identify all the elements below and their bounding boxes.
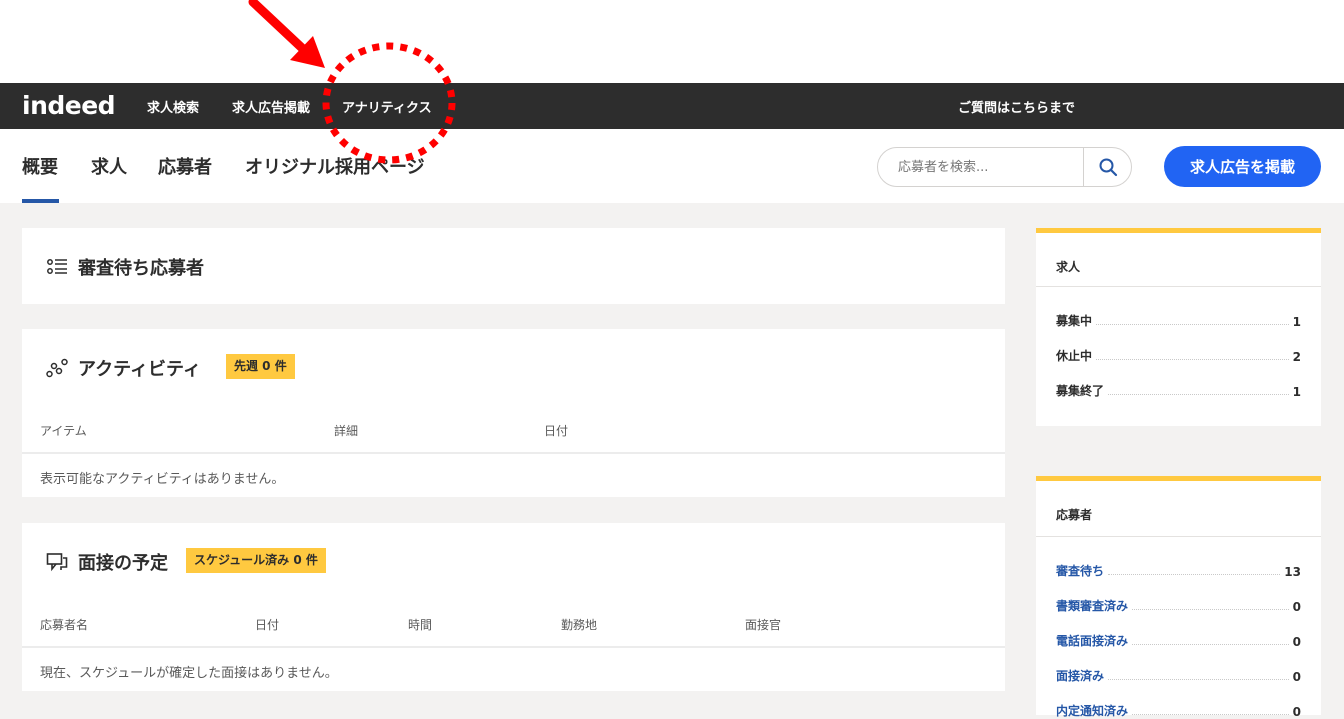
tab-overview[interactable]: 概要 [22,153,58,179]
nav-link-analytics[interactable]: アナリティクス [342,97,432,116]
applicants-summary-title: 応募者 [1056,508,1093,522]
applicant-search [877,147,1132,187]
top-margin [0,0,1344,83]
dot-leader [1132,644,1289,645]
activity-col-item: アイテム [40,424,87,438]
interview-col-interviewer: 面接官 [745,618,782,632]
applicants-stat-value: 0 [1292,635,1301,649]
sub-navbar: 概要 求人 応募者 オリジナル採用ページ 求人広告を掲載 [0,129,1344,203]
jobs-stat-closed[interactable]: 募集終了 1 [1056,381,1301,399]
interview-empty-message: 現在、スケジュールが確定した面接はありません。 [40,666,338,681]
nav-link-post-job[interactable]: 求人広告掲載 [232,97,310,116]
interview-title: 面接の予定 [78,553,168,574]
search-button[interactable] [1083,148,1132,186]
pending-applicants-card: 審査待ち応募者 [22,228,1005,304]
post-job-button[interactable]: 求人広告を掲載 [1164,146,1321,187]
activity-icon [46,358,68,378]
dot-leader [1096,324,1289,325]
tab-career-page[interactable]: オリジナル採用ページ [245,153,425,179]
jobs-stat-label: 募集終了 [1056,384,1105,398]
applicants-stat-phone-interviewed[interactable]: 電話面接済み 0 [1056,631,1301,649]
applicants-stat-interviewed[interactable]: 面接済み 0 [1056,666,1301,684]
dot-leader [1108,394,1289,395]
pending-applicants-title: 審査待ち応募者 [78,258,204,279]
help-link[interactable]: ご質問はこちらまで [958,97,1075,116]
jobs-stat-value: 1 [1292,315,1301,329]
search-icon [1099,158,1118,177]
jobs-stat-label: 休止中 [1056,349,1093,363]
jobs-summary-title: 求人 [1056,260,1081,274]
logo-text: indeed [22,91,116,120]
nav-link-job-search[interactable]: 求人検索 [147,97,199,116]
applicants-stat-value: 13 [1284,565,1301,579]
tab-jobs[interactable]: 求人 [91,153,127,179]
applicant-search-input[interactable] [878,148,1083,186]
applicants-stat-value: 0 [1292,705,1301,719]
list-icon [47,259,67,274]
interview-badge: スケジュール済み 0 件 [186,548,326,573]
jobs-stat-paused[interactable]: 休止中 2 [1056,346,1301,364]
activity-col-date: 日付 [544,424,569,438]
dot-leader [1096,359,1289,360]
interview-col-name: 応募者名 [40,618,89,632]
applicants-stat-label: 審査待ち [1056,564,1105,578]
applicants-summary-divider [1036,536,1321,537]
activity-title: アクティビティ [78,359,201,380]
active-tab-indicator [22,199,59,203]
activity-badge: 先週 0 件 [226,354,295,379]
dot-leader [1108,574,1281,575]
activity-divider [22,452,1005,454]
applicants-stat-pending[interactable]: 審査待ち 13 [1056,561,1301,579]
jobs-stat-value: 2 [1292,350,1301,364]
applicants-stat-label: 面接済み [1056,669,1105,683]
indeed-logo[interactable]: indeed [22,91,116,120]
interview-col-time: 時間 [408,618,433,632]
activity-col-detail: 詳細 [334,424,359,438]
applicants-stat-label: 書類審査済み [1056,599,1129,613]
applicants-stat-value: 0 [1292,670,1301,684]
activity-empty-message: 表示可能なアクティビティはありません。 [40,472,285,487]
interview-divider [22,646,1005,648]
applicants-stat-label: 電話面接済み [1056,634,1129,648]
jobs-stat-label: 募集中 [1056,314,1093,328]
applicants-stat-screened[interactable]: 書類審査済み 0 [1056,596,1301,614]
applicants-stat-label: 内定通知済み [1056,704,1129,718]
interview-col-date: 日付 [255,618,280,632]
jobs-stat-open[interactable]: 募集中 1 [1056,311,1301,329]
top-navbar: indeed 求人検索 求人広告掲載 アナリティクス ご質問はこちらまで [0,83,1344,129]
applicants-stat-offered[interactable]: 内定通知済み 0 [1056,701,1301,719]
activity-card: アクティビティ 先週 0 件 アイテム 詳細 日付 表示可能なアクティビティはあ… [22,329,1005,497]
interview-col-location: 勤務地 [561,618,598,632]
chat-icon [46,553,68,572]
jobs-summary-panel: 求人 募集中 1 休止中 2 募集終了 1 [1036,228,1321,426]
jobs-summary-divider [1036,286,1321,287]
applicants-summary-panel: 応募者 審査待ち 13 書類審査済み 0 電話面接済み 0 面接済み 0 内定通… [1036,476,1321,719]
jobs-stat-value: 1 [1292,385,1301,399]
tab-applicants[interactable]: 応募者 [158,153,212,179]
interview-card: 面接の予定 スケジュール済み 0 件 応募者名 日付 時間 勤務地 面接官 現在… [22,523,1005,691]
applicants-stat-value: 0 [1292,600,1301,614]
dot-leader [1108,679,1289,680]
dot-leader [1132,609,1289,610]
